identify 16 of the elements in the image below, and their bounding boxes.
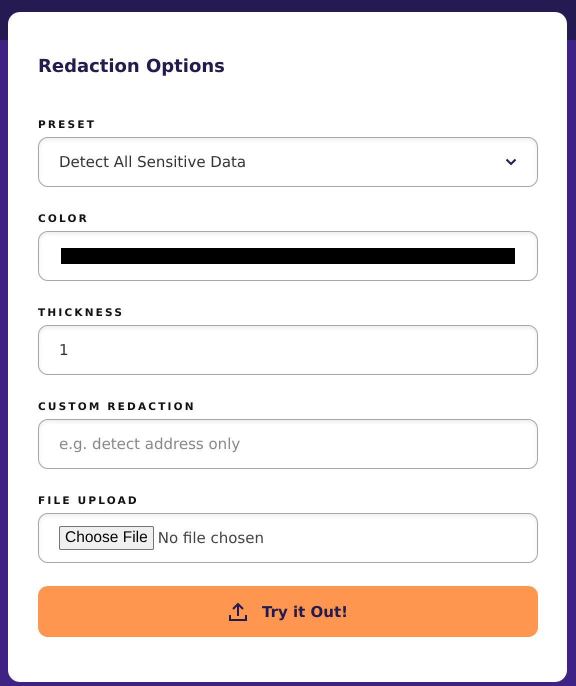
input-field[interactable]: 1	[38, 325, 538, 375]
field-label: THICKNESS	[38, 306, 126, 320]
field-label: PRESET	[38, 118, 98, 132]
upload-icon	[228, 602, 248, 622]
choose-file-button[interactable]: Choose File	[59, 526, 154, 550]
chevron-icon	[505, 158, 517, 166]
field-label: FILE UPLOAD	[38, 494, 140, 508]
file-field[interactable]: Choose File No file chosen	[38, 513, 538, 563]
color-picker[interactable]	[38, 231, 538, 281]
file-status: No file chosen	[158, 529, 264, 547]
field-label: COLOR	[38, 212, 90, 226]
try-button[interactable]: Try it Out!	[38, 586, 538, 637]
field-label: CUSTOM REDACTION	[38, 400, 197, 414]
preset-select[interactable]: Detect All Sensitive Data	[38, 137, 538, 187]
panel-title: Redaction Options	[38, 55, 226, 79]
input-field[interactable]: e.g. detect address only	[38, 419, 538, 469]
